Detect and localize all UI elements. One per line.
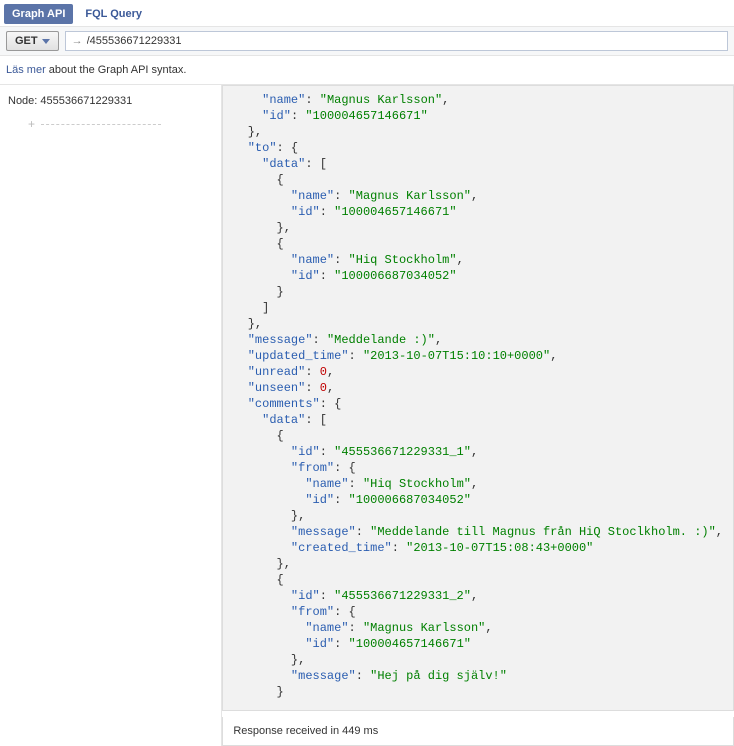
node-label: Node:: [8, 95, 40, 107]
http-method-label: GET: [15, 35, 38, 47]
syntax-hint-text: about the Graph API syntax.: [46, 64, 187, 76]
http-method-dropdown[interactable]: GET: [6, 31, 59, 51]
response-footer: Response received in 449 ms: [222, 717, 734, 746]
path-container: →: [65, 31, 728, 51]
left-panel: Node: 455536671229331 +: [0, 85, 221, 746]
main-area: Node: 455536671229331 + "name": "Magnus …: [0, 84, 734, 746]
syntax-hint: Läs mer about the Graph API syntax.: [0, 56, 734, 84]
api-tabs: Graph API FQL Query: [0, 0, 734, 24]
syntax-help-link[interactable]: Läs mer: [6, 64, 46, 76]
chevron-down-icon: [42, 39, 50, 44]
request-bar: GET →: [0, 26, 734, 56]
node-row: Node: 455536671229331: [8, 95, 213, 107]
tab-graph-api[interactable]: Graph API: [4, 4, 73, 24]
tab-fql-query[interactable]: FQL Query: [77, 4, 150, 24]
node-id: 455536671229331: [40, 95, 132, 107]
plus-icon: +: [28, 117, 35, 131]
json-response: "name": "Magnus Karlsson", "id": "100004…: [222, 85, 734, 711]
right-panel: "name": "Magnus Karlsson", "id": "100004…: [221, 85, 734, 746]
path-input[interactable]: [87, 35, 721, 47]
placeholder-dashes: [41, 124, 161, 125]
add-field-row[interactable]: +: [8, 117, 213, 131]
arrow-icon: →: [72, 35, 83, 47]
